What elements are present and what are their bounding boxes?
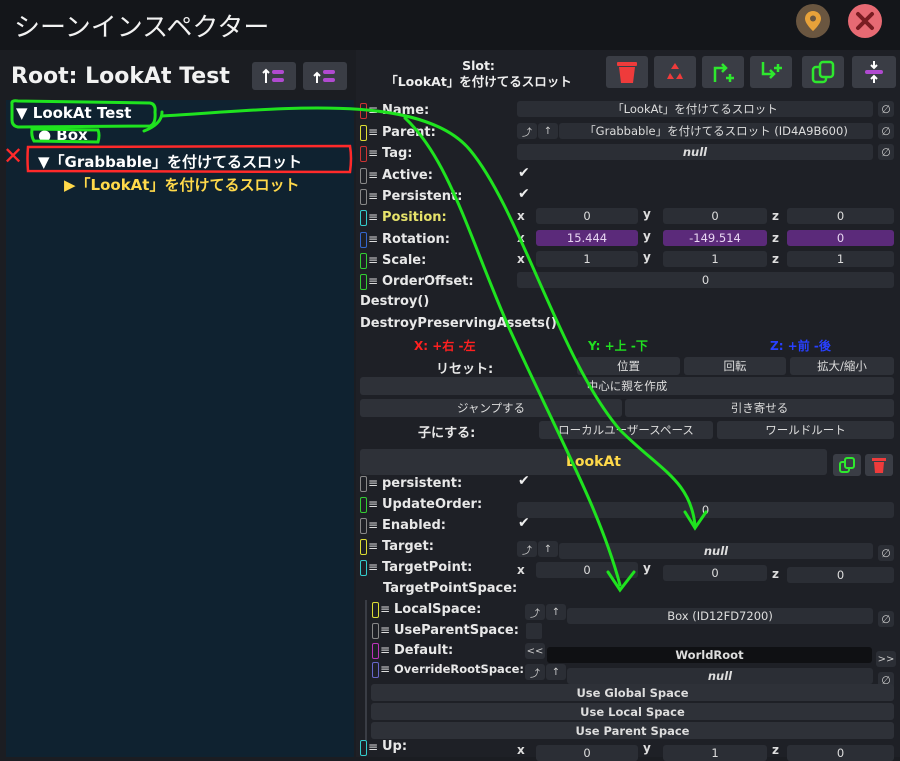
annotation-box-grabbable	[26, 144, 353, 174]
error-cross-icon: ✕	[3, 142, 24, 170]
annotation-arrow-to-target-point	[403, 116, 622, 587]
annotation-box-box	[30, 127, 101, 144]
annotation-arrowhead-2	[606, 570, 636, 593]
annotation-box-lookat-test	[10, 99, 157, 129]
annotation-overlay	[10, 99, 708, 593]
